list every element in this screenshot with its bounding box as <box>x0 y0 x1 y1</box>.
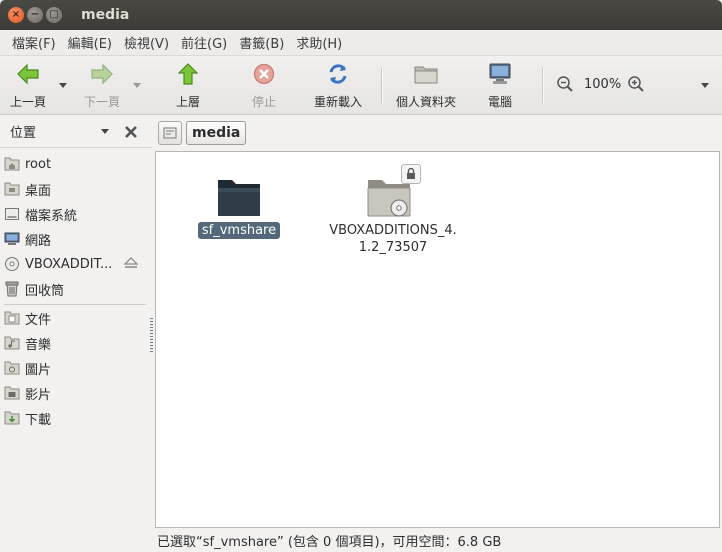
home-folder-icon <box>414 61 438 87</box>
location-toggle-button[interactable] <box>158 121 182 145</box>
path-bar: media <box>153 116 722 150</box>
cdrom-folder-icon <box>364 164 422 218</box>
lock-icon <box>401 164 421 184</box>
menu-bookmarks[interactable]: 書籤(B) <box>233 33 290 52</box>
title-bar: × − □ media <box>0 0 722 30</box>
stop-icon <box>253 61 275 87</box>
trash-icon <box>4 281 20 297</box>
sidebar-item-videos[interactable]: 影片 <box>4 382 146 404</box>
home-folder-button[interactable]: 個人資料夾 <box>390 61 462 111</box>
toolbar: 上一頁 下一頁 上層 停止 重新載入 個人資料夾 電腦 100% <box>0 57 722 115</box>
toolbar-separator <box>542 67 543 103</box>
network-icon <box>4 231 20 247</box>
file-name: VBOXADDITIONS_4. 1.2_73507 <box>329 223 457 255</box>
up-arrow-icon <box>177 61 199 87</box>
file-item-sf-vmshare[interactable]: sf_vmshare <box>196 176 282 239</box>
forward-arrow-icon <box>90 61 114 87</box>
sidebar-item-music[interactable]: 音樂 <box>4 332 146 354</box>
menu-go[interactable]: 前往(G) <box>175 33 233 52</box>
toolbar-separator <box>381 67 382 103</box>
sidebar-item-pictures[interactable]: 圖片 <box>4 357 146 379</box>
minimize-window-button[interactable]: − <box>27 7 43 23</box>
eject-icon[interactable] <box>124 257 138 269</box>
sidebar-separator <box>4 304 146 305</box>
close-sidebar-icon[interactable] <box>123 124 139 140</box>
pictures-folder-icon <box>4 360 20 376</box>
sidebar-item-downloads[interactable]: 下載 <box>4 407 146 429</box>
path-segment-media[interactable]: media <box>186 121 247 145</box>
zoom-in-icon[interactable] <box>627 75 645 93</box>
home-folder-icon <box>4 156 20 172</box>
folder-icon <box>216 176 262 218</box>
back-button[interactable]: 上一頁 <box>6 61 50 111</box>
sidebar-item-desktop[interactable]: 桌面 <box>4 178 146 200</box>
sidebar-item-vboxadditions[interactable]: VBOXADDIT... <box>4 253 146 275</box>
zoom-out-icon[interactable] <box>556 75 574 93</box>
file-view[interactable]: sf_vmshare VBOXADDITIONS_4. 1.2_73507 <box>155 151 720 528</box>
file-name: sf_vmshare <box>197 222 281 239</box>
forward-history-dropdown[interactable] <box>133 83 141 88</box>
sidebar-resize-handle[interactable] <box>150 318 153 352</box>
sidebar-item-root[interactable]: root <box>4 153 146 175</box>
menu-file[interactable]: 檔案(F) <box>6 33 62 52</box>
filesystem-icon <box>4 206 20 222</box>
window-title: media <box>81 7 130 23</box>
sidebar-title: 位置 <box>10 126 37 141</box>
computer-icon <box>488 61 512 87</box>
documents-folder-icon <box>4 310 20 326</box>
close-window-button[interactable]: × <box>8 7 24 23</box>
stop-button[interactable]: 停止 <box>242 61 286 111</box>
menu-bar: 檔案(F) 編輯(E) 檢視(V) 前往(G) 書籤(B) 求助(H) <box>0 30 722 56</box>
sidebar-item-documents[interactable]: 文件 <box>4 307 146 329</box>
menu-help[interactable]: 求助(H) <box>290 33 348 52</box>
status-text: 已選取“sf_vmshare” (包含 0 個項目)，可用空間：6.8 GB <box>157 535 502 550</box>
cdrom-icon <box>4 256 20 272</box>
sidebar-header: 位置 <box>0 116 152 148</box>
menu-view[interactable]: 檢視(V) <box>118 33 175 52</box>
location-entry-icon <box>163 127 177 139</box>
sidebar-item-filesystem[interactable]: 檔案系統 <box>4 203 146 225</box>
computer-button[interactable]: 電腦 <box>478 61 522 111</box>
desktop-folder-icon <box>4 181 20 197</box>
back-history-dropdown[interactable] <box>59 83 67 88</box>
status-bar: 已選取“sf_vmshare” (包含 0 個項目)，可用空間：6.8 GB <box>153 529 722 552</box>
toolbar-overflow-dropdown[interactable] <box>701 83 709 88</box>
menu-edit[interactable]: 編輯(E) <box>62 33 118 52</box>
maximize-window-button[interactable]: □ <box>46 7 62 23</box>
music-folder-icon <box>4 335 20 351</box>
zoom-level[interactable]: 100% <box>584 77 621 92</box>
sidebar-item-trash[interactable]: 回收筒 <box>4 278 146 300</box>
back-arrow-icon <box>16 61 40 87</box>
downloads-folder-icon <box>4 410 20 426</box>
videos-folder-icon <box>4 385 20 401</box>
reload-button[interactable]: 重新載入 <box>308 61 368 111</box>
sidebar-mode-dropdown[interactable] <box>101 129 109 134</box>
file-item-vboxadditions[interactable]: VBOXADDITIONS_4. 1.2_73507 <box>326 164 460 256</box>
zoom-controls: 100% <box>556 75 645 93</box>
sidebar: root 桌面 檔案系統 網路 VBOXADDIT... 回收筒 文件 音樂 圖… <box>0 149 149 552</box>
reload-icon <box>327 61 349 87</box>
sidebar-item-network[interactable]: 網路 <box>4 228 146 250</box>
forward-button[interactable]: 下一頁 <box>80 61 124 111</box>
up-button[interactable]: 上層 <box>166 61 210 111</box>
